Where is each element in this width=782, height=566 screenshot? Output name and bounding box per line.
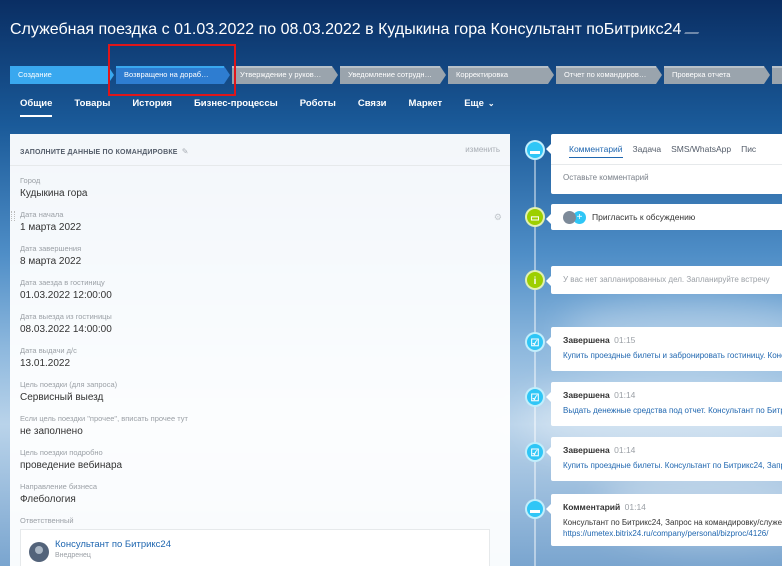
field-other: Если цель поездки "прочее", вписать проч… <box>20 414 188 437</box>
highlight-box <box>108 44 236 96</box>
event-link[interactable]: Выдать денежные средства под отчет. Конс… <box>551 400 782 415</box>
field-purpose-detail: Цель поездки подробно проведение вебинара <box>20 448 123 471</box>
responsible-name[interactable]: Консультант по Битрикс24 <box>55 539 171 550</box>
stage-check-report[interactable]: Проверка отчета <box>664 66 770 84</box>
stage-approval[interactable]: Утверждение у руков… <box>232 66 338 84</box>
tab-history[interactable]: История <box>132 98 172 117</box>
title-edit-icon[interactable] <box>684 24 705 34</box>
task-check-icon: ☑ <box>525 332 545 352</box>
invite-text: Пригласить к обсуждению <box>592 212 696 222</box>
comment-icon: ▬ <box>525 499 545 519</box>
field-responsible: Ответственный <box>20 516 74 525</box>
tab-links[interactable]: Связи <box>358 98 387 117</box>
tab-general[interactable]: Общие <box>20 98 53 117</box>
responsible-card: Консультант по Битрикс24 Внедренец <box>20 529 490 566</box>
tab-robots[interactable]: Роботы <box>300 98 336 117</box>
tab-sms[interactable]: SMS/WhatsApp <box>671 144 731 164</box>
gear-icon[interactable]: ⚙ <box>494 212 502 223</box>
event-title: Завершена <box>563 390 610 400</box>
event-time: 01:14 <box>614 390 636 400</box>
avatar <box>563 210 576 224</box>
tab-more[interactable]: Еще ⌄ <box>464 98 494 117</box>
tab-market[interactable]: Маркет <box>409 98 443 117</box>
field-checkout: Дата выезда из гостиницы 08.03.2022 14:00… <box>20 312 112 335</box>
pencil-icon[interactable]: ✎ <box>182 147 189 156</box>
stage-notify[interactable]: Уведомление сотрудн… <box>340 66 446 84</box>
info-icon: i <box>525 270 545 290</box>
tab-more-label: Еще <box>464 98 484 109</box>
event-card: Завершена 01:14 Выдать денежные средства… <box>546 382 782 426</box>
event-time: 01:14 <box>614 445 636 455</box>
tabs: Общие Товары История Бизнес-процессы Роб… <box>20 98 517 117</box>
invite-card[interactable]: + Пригласить к обсуждению <box>546 204 782 230</box>
stage-report[interactable]: Отчет по командиров… <box>556 66 662 84</box>
empty-text: У вас нет запланированных дел. Запланиру… <box>563 275 770 284</box>
event-card: Завершена 01:14 Купить проездные билеты.… <box>546 437 782 481</box>
page-title: Служебная поездка с 01.03.2022 по 08.03.… <box>10 21 705 39</box>
stage-more[interactable] <box>772 66 782 84</box>
event-time: 01:14 <box>624 502 646 512</box>
chevron-down-icon: ⌄ <box>487 99 495 108</box>
stage-correction[interactable]: Корректировка <box>448 66 554 84</box>
field-purpose: Цель поездки (для запроса) Сервисный выез… <box>20 380 118 403</box>
empty-plans-card: У вас нет запланированных дел. Запланиру… <box>546 266 782 294</box>
event-time: 01:15 <box>614 335 636 345</box>
edit-link[interactable]: изменить <box>465 145 500 154</box>
comment-editor: Комментарий Задача SMS/WhatsApp Пис Оста… <box>546 134 782 194</box>
tab-mail[interactable]: Пис <box>741 144 756 164</box>
panel-heading: ЗАПОЛНИТЕ ДАННЫЕ ПО КОМАНДИРОВКЕ <box>20 148 178 156</box>
tab-task[interactable]: Задача <box>633 144 662 164</box>
tab-products[interactable]: Товары <box>74 98 110 117</box>
event-card: Завершена 01:15 Купить проездные билеты … <box>546 327 782 371</box>
field-start-date: Дата начала 1 марта 2022 <box>20 210 82 233</box>
event-url-link[interactable]: https://umetex.bitrix24.ru/company/perso… <box>551 527 782 538</box>
field-checkin: Дата заезда в гостиницу 01.03.2022 12:00:… <box>20 278 112 301</box>
event-title: Комментарий <box>563 502 621 512</box>
event-text: Консультант по Битрикс24, Запрос на кома… <box>563 518 782 527</box>
stage-created[interactable]: Создание <box>10 66 114 84</box>
page-title-text: Служебная поездка с 01.03.2022 по 08.03.… <box>10 21 682 38</box>
drag-handle-icon[interactable] <box>11 211 15 221</box>
task-check-icon: ☑ <box>525 442 545 462</box>
tab-business-processes[interactable]: Бизнес-процессы <box>194 98 278 117</box>
chat-icon: ▭ <box>525 207 545 227</box>
task-check-icon: ☑ <box>525 387 545 407</box>
comment-input[interactable]: Оставьте комментарий <box>551 164 782 190</box>
panel-header: ЗАПОЛНИТЕ ДАННЫЕ ПО КОМАНДИРОВКЕ ✎ измени… <box>10 134 510 166</box>
event-title: Завершена <box>563 335 610 345</box>
avatar[interactable] <box>29 542 49 562</box>
field-business: Направление бизнеса Флебология <box>20 482 98 505</box>
comment-event-card: Комментарий 01:14 Консультант по Битрикс… <box>546 494 782 546</box>
comment-tabs: Комментарий Задача SMS/WhatsApp Пис <box>551 134 782 164</box>
field-city: Город Кудыкина гора <box>20 176 88 199</box>
comment-icon: ▬ <box>525 140 545 160</box>
responsible-role: Внедренец <box>55 552 91 559</box>
details-panel: ЗАПОЛНИТЕ ДАННЫЕ ПО КОМАНДИРОВКЕ ✎ измени… <box>10 134 510 566</box>
field-cash-date: Дата выдачи д/с 13.01.2022 <box>20 346 77 369</box>
event-link[interactable]: Купить проездные билеты. Консультант по … <box>551 455 782 470</box>
event-link[interactable]: Купить проездные билеты и забронировать … <box>551 345 782 360</box>
event-title: Завершена <box>563 445 610 455</box>
tab-comment[interactable]: Комментарий <box>569 144 623 158</box>
field-end-date: Дата завершения 8 марта 2022 <box>20 244 82 267</box>
